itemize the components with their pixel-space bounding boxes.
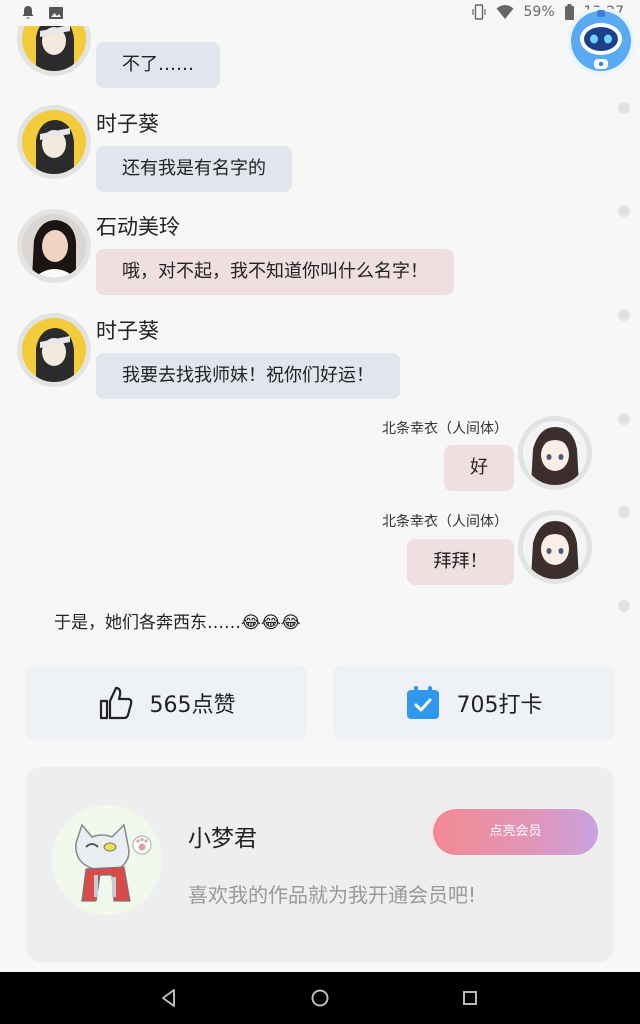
checkin-count-label: 705打卡: [456, 692, 543, 718]
navigation-bar: [0, 972, 640, 1024]
sender-name: 石动美玲: [96, 215, 180, 239]
cat-character-avatar-icon: [52, 805, 162, 915]
dot: [618, 309, 630, 321]
sender-name: 北条幸衣（人间体）: [382, 514, 508, 530]
anime-girl-avatar[interactable]: [518, 510, 592, 584]
anime-girl-avatar[interactable]: [518, 416, 592, 490]
message-bubble[interactable]: 我要去找我师妹！祝你们好运！: [96, 353, 400, 399]
dot: [618, 506, 630, 518]
character-avatar[interactable]: [17, 313, 91, 387]
member-slogan: 喜欢我的作品就为我开通会员吧!: [188, 883, 477, 907]
author-avatar[interactable]: [52, 805, 162, 915]
back-icon[interactable]: [157, 986, 181, 1010]
dot: [618, 205, 630, 217]
like-button[interactable]: 565点赞: [26, 665, 307, 740]
message-bubble[interactable]: 不了……: [96, 42, 220, 88]
character-avatar[interactable]: [17, 105, 91, 179]
vibrate-icon: [471, 4, 486, 20]
battery-percent: 59%: [523, 4, 555, 20]
activate-membership-button[interactable]: 点亮会员: [433, 809, 598, 855]
dot: [618, 600, 630, 612]
thumbs-up-icon: [99, 686, 132, 719]
member-card: 小梦君 喜欢我的作品就为我开通会员吧! 点亮会员: [26, 767, 614, 962]
sender-name: 北条幸衣（人间体）: [382, 421, 508, 437]
dot: [618, 413, 630, 425]
calendar-check-icon: [406, 685, 439, 719]
sender-name: 时子葵: [96, 319, 159, 343]
dot: [618, 102, 630, 114]
like-count-label: 565点赞: [149, 692, 236, 718]
status-bar: 59% 13:27: [0, 0, 640, 26]
yellow-character-avatar-icon: [22, 318, 86, 382]
message-bubble[interactable]: 拜拜！: [407, 539, 514, 585]
message-bubble[interactable]: 哦，对不起，我不知道你叫什么名字！: [96, 249, 454, 295]
wifi-icon: [496, 5, 514, 19]
robot-assistant-icon[interactable]: [566, 6, 636, 76]
anime-girl-avatar-icon: [523, 421, 587, 485]
anime-girl-avatar-icon: [523, 515, 587, 579]
author-name: 小梦君: [188, 826, 257, 852]
notification-bell-icon: [22, 6, 34, 19]
sender-name: 时子葵: [96, 112, 159, 136]
checkin-button[interactable]: 705打卡: [333, 665, 614, 740]
image-icon: [49, 7, 63, 19]
woman-photo-avatar-icon: [22, 214, 86, 278]
home-icon[interactable]: [308, 986, 332, 1010]
narration-text: 于是，她们各奔西东……😂😂😂: [54, 613, 301, 633]
message-bubble[interactable]: 还有我是有名字的: [96, 146, 292, 192]
woman-avatar[interactable]: [17, 209, 91, 283]
message-bubble[interactable]: 好: [444, 445, 514, 491]
recents-icon[interactable]: [458, 986, 482, 1010]
yellow-character-avatar-icon: [22, 110, 86, 174]
